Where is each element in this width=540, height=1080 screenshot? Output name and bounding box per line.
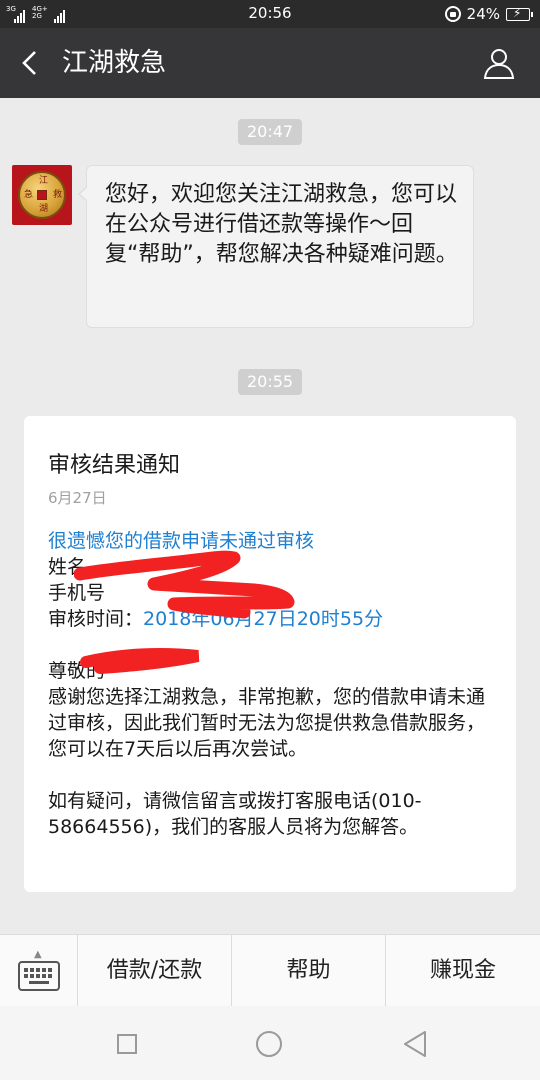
rejection-paragraph: 感谢您选择江湖救急，非常抱歉，您的借款申请未通过审核，因此我们暂时无法为您提供救… xyxy=(48,686,486,760)
status-bar: 3G 4G+ 2G 20:56 24% ⚡ xyxy=(0,0,540,28)
rotation-lock-icon xyxy=(444,6,461,22)
account-avatar[interactable]: 江 湖 救 急 xyxy=(12,165,72,225)
page-title: 江湖救急 xyxy=(62,48,167,78)
status-right: 24% ⚡ xyxy=(444,5,533,23)
coin-logo-icon: 江 湖 救 急 xyxy=(18,171,66,219)
keyboard-icon xyxy=(18,961,60,991)
menu-item-loan-repay[interactable]: 借款/还款 xyxy=(78,935,232,1007)
redaction-scribble-greeting xyxy=(80,648,200,674)
recents-icon[interactable] xyxy=(117,1034,137,1054)
timestamp: 20:47 xyxy=(238,119,302,145)
home-icon[interactable] xyxy=(256,1031,282,1057)
back-arrow-icon[interactable] xyxy=(18,50,44,76)
profile-icon[interactable] xyxy=(482,46,516,80)
menu-item-help[interactable]: 帮助 xyxy=(232,935,386,1007)
screen: 3G 4G+ 2G 20:56 24% ⚡ 江湖救急 20:47 江 湖 救 急… xyxy=(0,0,540,1080)
nav-back-icon[interactable] xyxy=(402,1030,428,1058)
menu-item-earn-cash[interactable]: 赚现金 xyxy=(386,935,540,1007)
battery-percent: 24% xyxy=(466,5,500,23)
battery-icon: ⚡ xyxy=(506,6,533,21)
system-nav-bar xyxy=(0,1006,540,1080)
keyboard-toggle[interactable]: ▲ xyxy=(0,935,78,1007)
contact-paragraph: 如有疑问，请微信留言或拨打客服电话(010-58664556)，我们的客服人员将… xyxy=(48,790,422,838)
card-date: 6月27日 xyxy=(48,489,107,507)
menu-bar: ▲ 借款/还款 帮助 赚现金 xyxy=(0,934,540,1007)
review-result-card[interactable]: 审核结果通知 6月27日 很遗憾您的借款申请未通过审核 姓名 手机号 审核时间：… xyxy=(24,416,516,892)
welcome-message-bubble[interactable]: 您好，欢迎您关注江湖救急，您可以在公众号进行借还款等操作～回复“帮助”，帮您解决… xyxy=(78,165,474,328)
redaction-scribble-name-phone xyxy=(74,550,295,619)
chat-header: 江湖救急 xyxy=(0,28,540,98)
caret-up-icon: ▲ xyxy=(34,949,42,960)
card-title: 审核结果通知 xyxy=(48,453,181,478)
timestamp: 20:55 xyxy=(238,369,302,395)
